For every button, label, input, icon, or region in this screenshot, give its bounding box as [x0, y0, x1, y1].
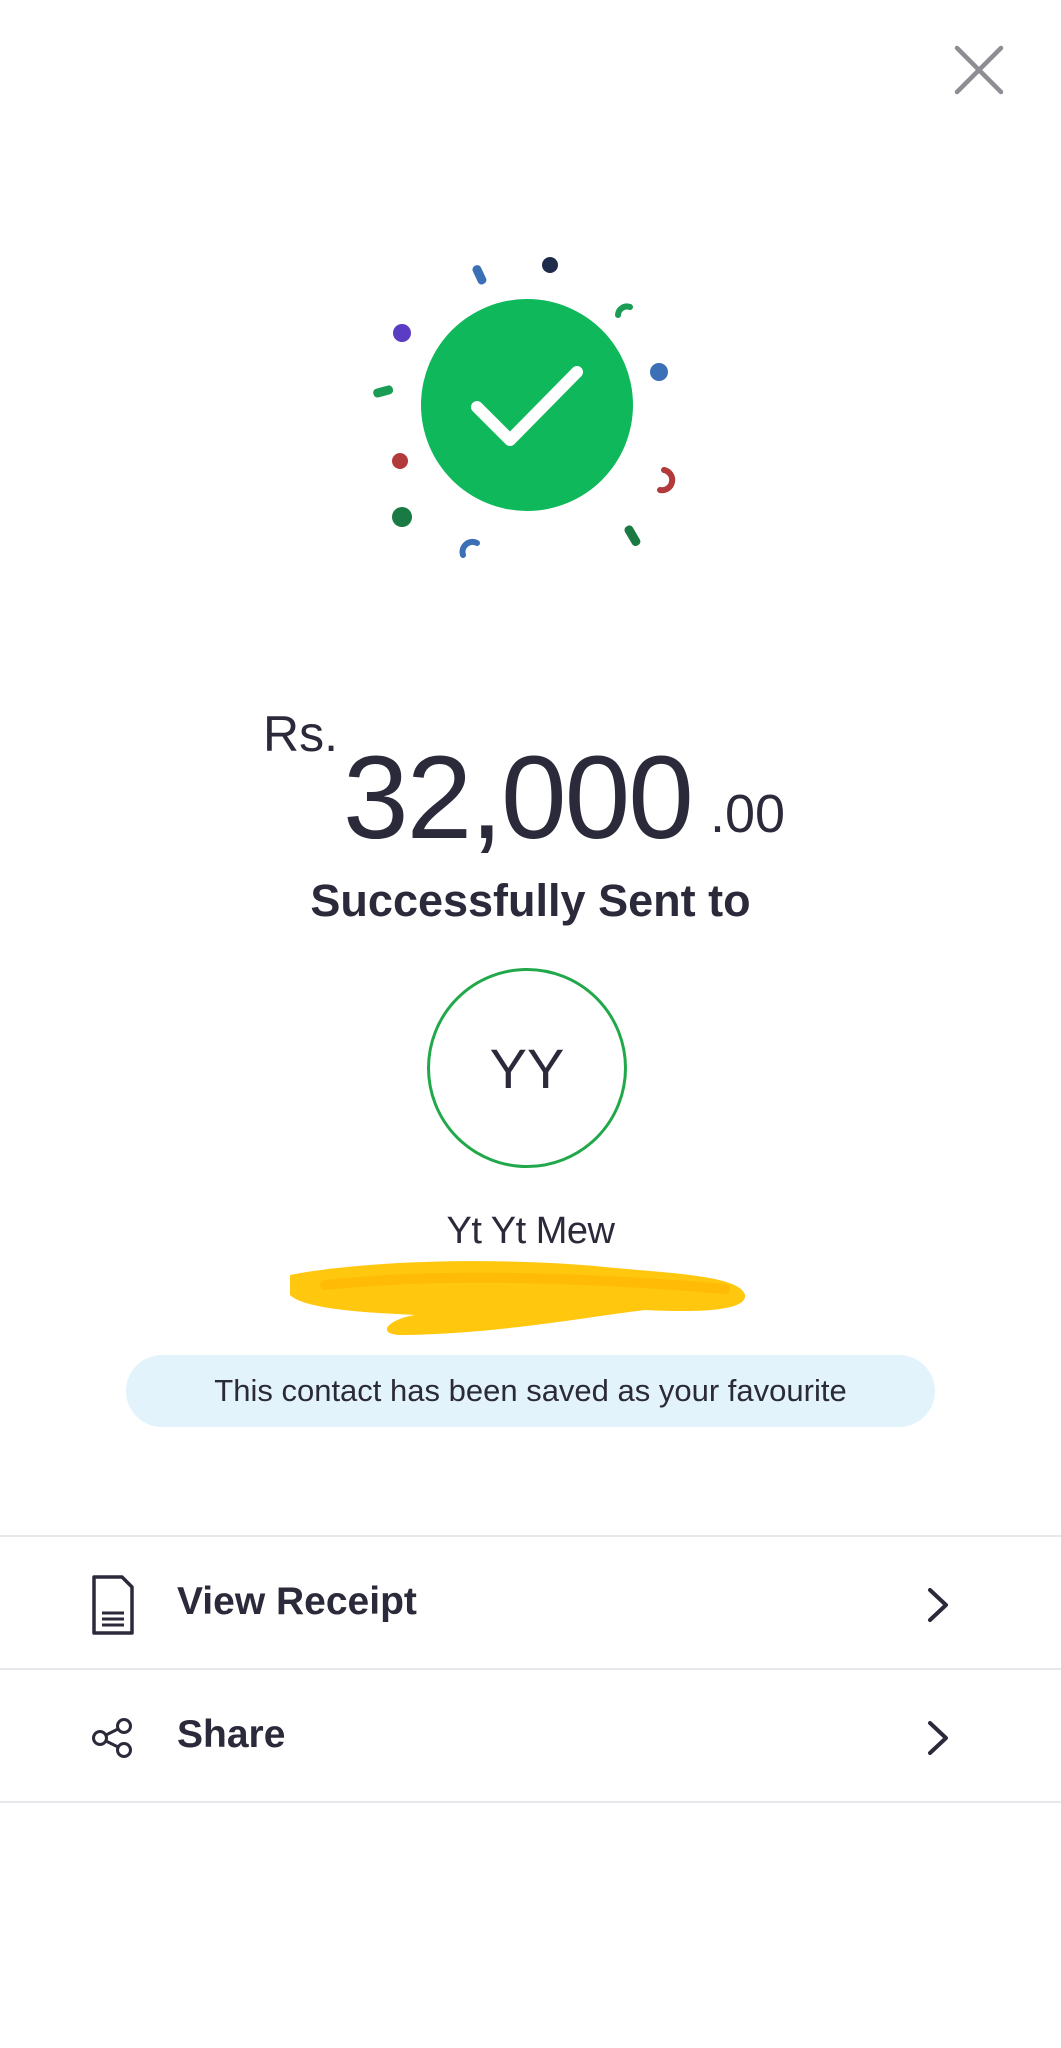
- chevron-right-icon: [922, 1718, 956, 1758]
- favourite-banner: This contact has been saved as your favo…: [126, 1355, 935, 1427]
- recipient-name: Yt Yt Mew: [446, 1210, 615, 1252]
- share-button[interactable]: Share: [0, 1673, 1061, 1803]
- share-label: Share: [177, 1713, 286, 1756]
- favourite-banner-text: This contact has been saved as your favo…: [214, 1373, 847, 1408]
- receipt-icon: [88, 1573, 138, 1637]
- amount-display: Rs. 32,000 .00: [0, 695, 1061, 864]
- confetti-decoration: [373, 257, 676, 558]
- recipient-avatar: YY: [427, 968, 627, 1168]
- close-button[interactable]: [947, 38, 1011, 102]
- divider: [0, 1535, 1061, 1537]
- divider: [0, 1801, 1061, 1803]
- close-icon: [954, 45, 1004, 95]
- status-text: Successfully Sent to: [310, 875, 751, 926]
- share-icon: [88, 1706, 138, 1770]
- amount-whole: 32,000: [343, 732, 694, 864]
- redaction-mark: [285, 1255, 750, 1345]
- payment-success-screen: Rs. 32,000 .00 Successfully Sent to YY Y…: [0, 0, 1061, 2048]
- divider: [0, 1668, 1061, 1670]
- view-receipt-button[interactable]: View Receipt: [0, 1540, 1061, 1670]
- avatar-initials: YY: [489, 1036, 565, 1100]
- view-receipt-label: View Receipt: [177, 1580, 417, 1623]
- amount-decimals: .00: [710, 784, 786, 844]
- currency-label: Rs.: [263, 706, 338, 762]
- success-illustration: [355, 245, 685, 575]
- chevron-right-icon: [922, 1585, 956, 1625]
